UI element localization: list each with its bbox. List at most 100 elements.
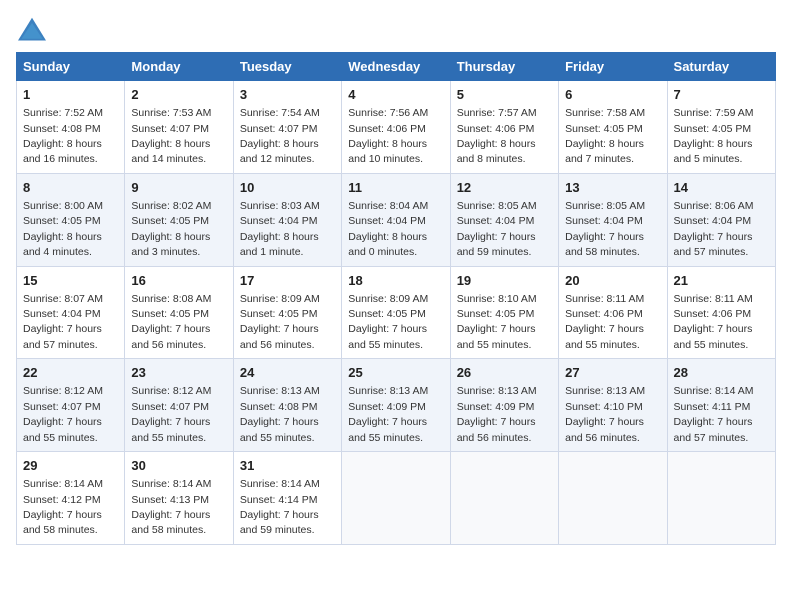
calendar-cell: 18Sunrise: 8:09 AMSunset: 4:05 PMDayligh… xyxy=(342,266,450,359)
cell-info: Sunrise: 8:13 AMSunset: 4:09 PMDaylight:… xyxy=(348,385,428,443)
calendar-cell: 13Sunrise: 8:05 AMSunset: 4:04 PMDayligh… xyxy=(559,173,667,266)
calendar-cell: 19 Sunrise: 8:10 AMSunset: 4:05 PMDayligh… xyxy=(450,266,558,359)
page-header xyxy=(16,16,776,44)
day-number: 24 xyxy=(240,364,335,382)
calendar-cell: 16 Sunrise: 8:08 AMSunset: 4:05 PMDayligh… xyxy=(125,266,233,359)
calendar-cell: 15Sunrise: 8:07 AMSunset: 4:04 PMDayligh… xyxy=(17,266,125,359)
cell-info: Sunrise: 8:11 AMSunset: 4:06 PMDaylight:… xyxy=(674,293,753,351)
calendar-cell: 10 Sunrise: 8:03 AMSunset: 4:04 PMDayligh… xyxy=(233,173,341,266)
cell-info: Sunrise: 8:09 AMSunset: 4:05 PMDaylight:… xyxy=(240,293,320,351)
calendar-cell: 25 Sunrise: 8:13 AMSunset: 4:09 PMDayligh… xyxy=(342,359,450,452)
calendar-cell: 24 Sunrise: 8:13 AMSunset: 4:08 PMDayligh… xyxy=(233,359,341,452)
day-number: 15 xyxy=(23,272,118,290)
col-header-tuesday: Tuesday xyxy=(233,53,341,81)
calendar-cell: 7 Sunrise: 7:59 AMSunset: 4:05 PMDaylight… xyxy=(667,81,775,174)
cell-info: Sunrise: 8:13 AMSunset: 4:10 PMDaylight:… xyxy=(565,385,645,443)
logo xyxy=(16,16,52,44)
cell-info: Sunrise: 8:04 AMSunset: 4:04 PMDaylight:… xyxy=(348,200,428,258)
day-number: 1 xyxy=(23,86,118,104)
cell-info: Sunrise: 7:52 AMSunset: 4:08 PMDaylight:… xyxy=(23,107,103,165)
cell-info: Sunrise: 7:57 AMSunset: 4:06 PMDaylight:… xyxy=(457,107,537,165)
col-header-thursday: Thursday xyxy=(450,53,558,81)
col-header-monday: Monday xyxy=(125,53,233,81)
day-number: 21 xyxy=(674,272,769,290)
day-number: 30 xyxy=(131,457,226,475)
day-number: 10 xyxy=(240,179,335,197)
day-number: 26 xyxy=(457,364,552,382)
calendar-cell: 21 Sunrise: 8:11 AMSunset: 4:06 PMDayligh… xyxy=(667,266,775,359)
cell-info: Sunrise: 8:14 AMSunset: 4:14 PMDaylight:… xyxy=(240,478,320,536)
cell-info: Sunrise: 8:13 AMSunset: 4:09 PMDaylight:… xyxy=(457,385,537,443)
calendar-cell: 30 Sunrise: 8:14 AMSunset: 4:13 PMDayligh… xyxy=(125,452,233,545)
cell-info: Sunrise: 8:10 AMSunset: 4:05 PMDaylight:… xyxy=(457,293,537,351)
week-row-1: 1 Sunrise: 7:52 AMSunset: 4:08 PMDaylight… xyxy=(17,81,776,174)
calendar-cell: 11 Sunrise: 8:04 AMSunset: 4:04 PMDayligh… xyxy=(342,173,450,266)
calendar-cell: 29Sunrise: 8:14 AMSunset: 4:12 PMDayligh… xyxy=(17,452,125,545)
week-row-3: 15Sunrise: 8:07 AMSunset: 4:04 PMDayligh… xyxy=(17,266,776,359)
day-number: 7 xyxy=(674,86,769,104)
day-number: 12 xyxy=(457,179,552,197)
calendar-cell: 12 Sunrise: 8:05 AMSunset: 4:04 PMDayligh… xyxy=(450,173,558,266)
calendar-cell: 8 Sunrise: 8:00 AMSunset: 4:05 PMDaylight… xyxy=(17,173,125,266)
cell-info: Sunrise: 8:11 AMSunset: 4:06 PMDaylight:… xyxy=(565,293,644,351)
cell-info: Sunrise: 8:03 AMSunset: 4:04 PMDaylight:… xyxy=(240,200,320,258)
calendar-cell: 2 Sunrise: 7:53 AMSunset: 4:07 PMDaylight… xyxy=(125,81,233,174)
cell-info: Sunrise: 7:53 AMSunset: 4:07 PMDaylight:… xyxy=(131,107,211,165)
cell-info: Sunrise: 7:59 AMSunset: 4:05 PMDaylight:… xyxy=(674,107,754,165)
calendar-cell: 17 Sunrise: 8:09 AMSunset: 4:05 PMDayligh… xyxy=(233,266,341,359)
cell-info: Sunrise: 8:09 AMSunset: 4:05 PMDaylight:… xyxy=(348,293,428,351)
header-row: SundayMondayTuesdayWednesdayThursdayFrid… xyxy=(17,53,776,81)
day-number: 2 xyxy=(131,86,226,104)
cell-info: Sunrise: 8:00 AMSunset: 4:05 PMDaylight:… xyxy=(23,200,103,258)
day-number: 8 xyxy=(23,179,118,197)
calendar-cell: 23Sunrise: 8:12 AMSunset: 4:07 PMDayligh… xyxy=(125,359,233,452)
day-number: 17 xyxy=(240,272,335,290)
day-number: 5 xyxy=(457,86,552,104)
col-header-friday: Friday xyxy=(559,53,667,81)
col-header-sunday: Sunday xyxy=(17,53,125,81)
calendar-cell: 1 Sunrise: 7:52 AMSunset: 4:08 PMDaylight… xyxy=(17,81,125,174)
calendar-cell: 20 Sunrise: 8:11 AMSunset: 4:06 PMDayligh… xyxy=(559,266,667,359)
day-number: 3 xyxy=(240,86,335,104)
calendar-cell xyxy=(667,452,775,545)
calendar-cell: 9 Sunrise: 8:02 AMSunset: 4:05 PMDaylight… xyxy=(125,173,233,266)
cell-info: Sunrise: 8:08 AMSunset: 4:05 PMDaylight:… xyxy=(131,293,211,351)
day-number: 9 xyxy=(131,179,226,197)
day-number: 28 xyxy=(674,364,769,382)
day-number: 14 xyxy=(674,179,769,197)
cell-info: Sunrise: 8:14 AMSunset: 4:11 PMDaylight:… xyxy=(674,385,754,443)
day-number: 6 xyxy=(565,86,660,104)
day-number: 27 xyxy=(565,364,660,382)
calendar-cell xyxy=(450,452,558,545)
day-number: 20 xyxy=(565,272,660,290)
day-number: 13 xyxy=(565,179,660,197)
calendar-table: SundayMondayTuesdayWednesdayThursdayFrid… xyxy=(16,52,776,545)
cell-info: Sunrise: 8:12 AMSunset: 4:07 PMDaylight:… xyxy=(23,385,103,443)
cell-info: Sunrise: 8:06 AMSunset: 4:04 PMDaylight:… xyxy=(674,200,754,258)
calendar-cell: 22 Sunrise: 8:12 AMSunset: 4:07 PMDayligh… xyxy=(17,359,125,452)
cell-info: Sunrise: 7:56 AMSunset: 4:06 PMDaylight:… xyxy=(348,107,428,165)
day-number: 19 xyxy=(457,272,552,290)
calendar-cell xyxy=(342,452,450,545)
calendar-cell: 5 Sunrise: 7:57 AMSunset: 4:06 PMDaylight… xyxy=(450,81,558,174)
calendar-cell: 26 Sunrise: 8:13 AMSunset: 4:09 PMDayligh… xyxy=(450,359,558,452)
week-row-2: 8 Sunrise: 8:00 AMSunset: 4:05 PMDaylight… xyxy=(17,173,776,266)
calendar-cell: 28 Sunrise: 8:14 AMSunset: 4:11 PMDayligh… xyxy=(667,359,775,452)
logo-icon xyxy=(16,16,48,44)
calendar-cell: 31Sunrise: 8:14 AMSunset: 4:14 PMDayligh… xyxy=(233,452,341,545)
cell-info: Sunrise: 8:14 AMSunset: 4:13 PMDaylight:… xyxy=(131,478,211,536)
cell-info: Sunrise: 8:13 AMSunset: 4:08 PMDaylight:… xyxy=(240,385,320,443)
cell-info: Sunrise: 8:02 AMSunset: 4:05 PMDaylight:… xyxy=(131,200,211,258)
calendar-cell: 4Sunrise: 7:56 AMSunset: 4:06 PMDaylight… xyxy=(342,81,450,174)
col-header-saturday: Saturday xyxy=(667,53,775,81)
cell-info: Sunrise: 8:14 AMSunset: 4:12 PMDaylight:… xyxy=(23,478,103,536)
cell-info: Sunrise: 7:54 AMSunset: 4:07 PMDaylight:… xyxy=(240,107,320,165)
week-row-4: 22 Sunrise: 8:12 AMSunset: 4:07 PMDayligh… xyxy=(17,359,776,452)
day-number: 11 xyxy=(348,179,443,197)
cell-info: Sunrise: 8:05 AMSunset: 4:04 PMDaylight:… xyxy=(457,200,537,258)
week-row-5: 29Sunrise: 8:14 AMSunset: 4:12 PMDayligh… xyxy=(17,452,776,545)
day-number: 22 xyxy=(23,364,118,382)
day-number: 25 xyxy=(348,364,443,382)
calendar-cell: 14 Sunrise: 8:06 AMSunset: 4:04 PMDayligh… xyxy=(667,173,775,266)
day-number: 16 xyxy=(131,272,226,290)
